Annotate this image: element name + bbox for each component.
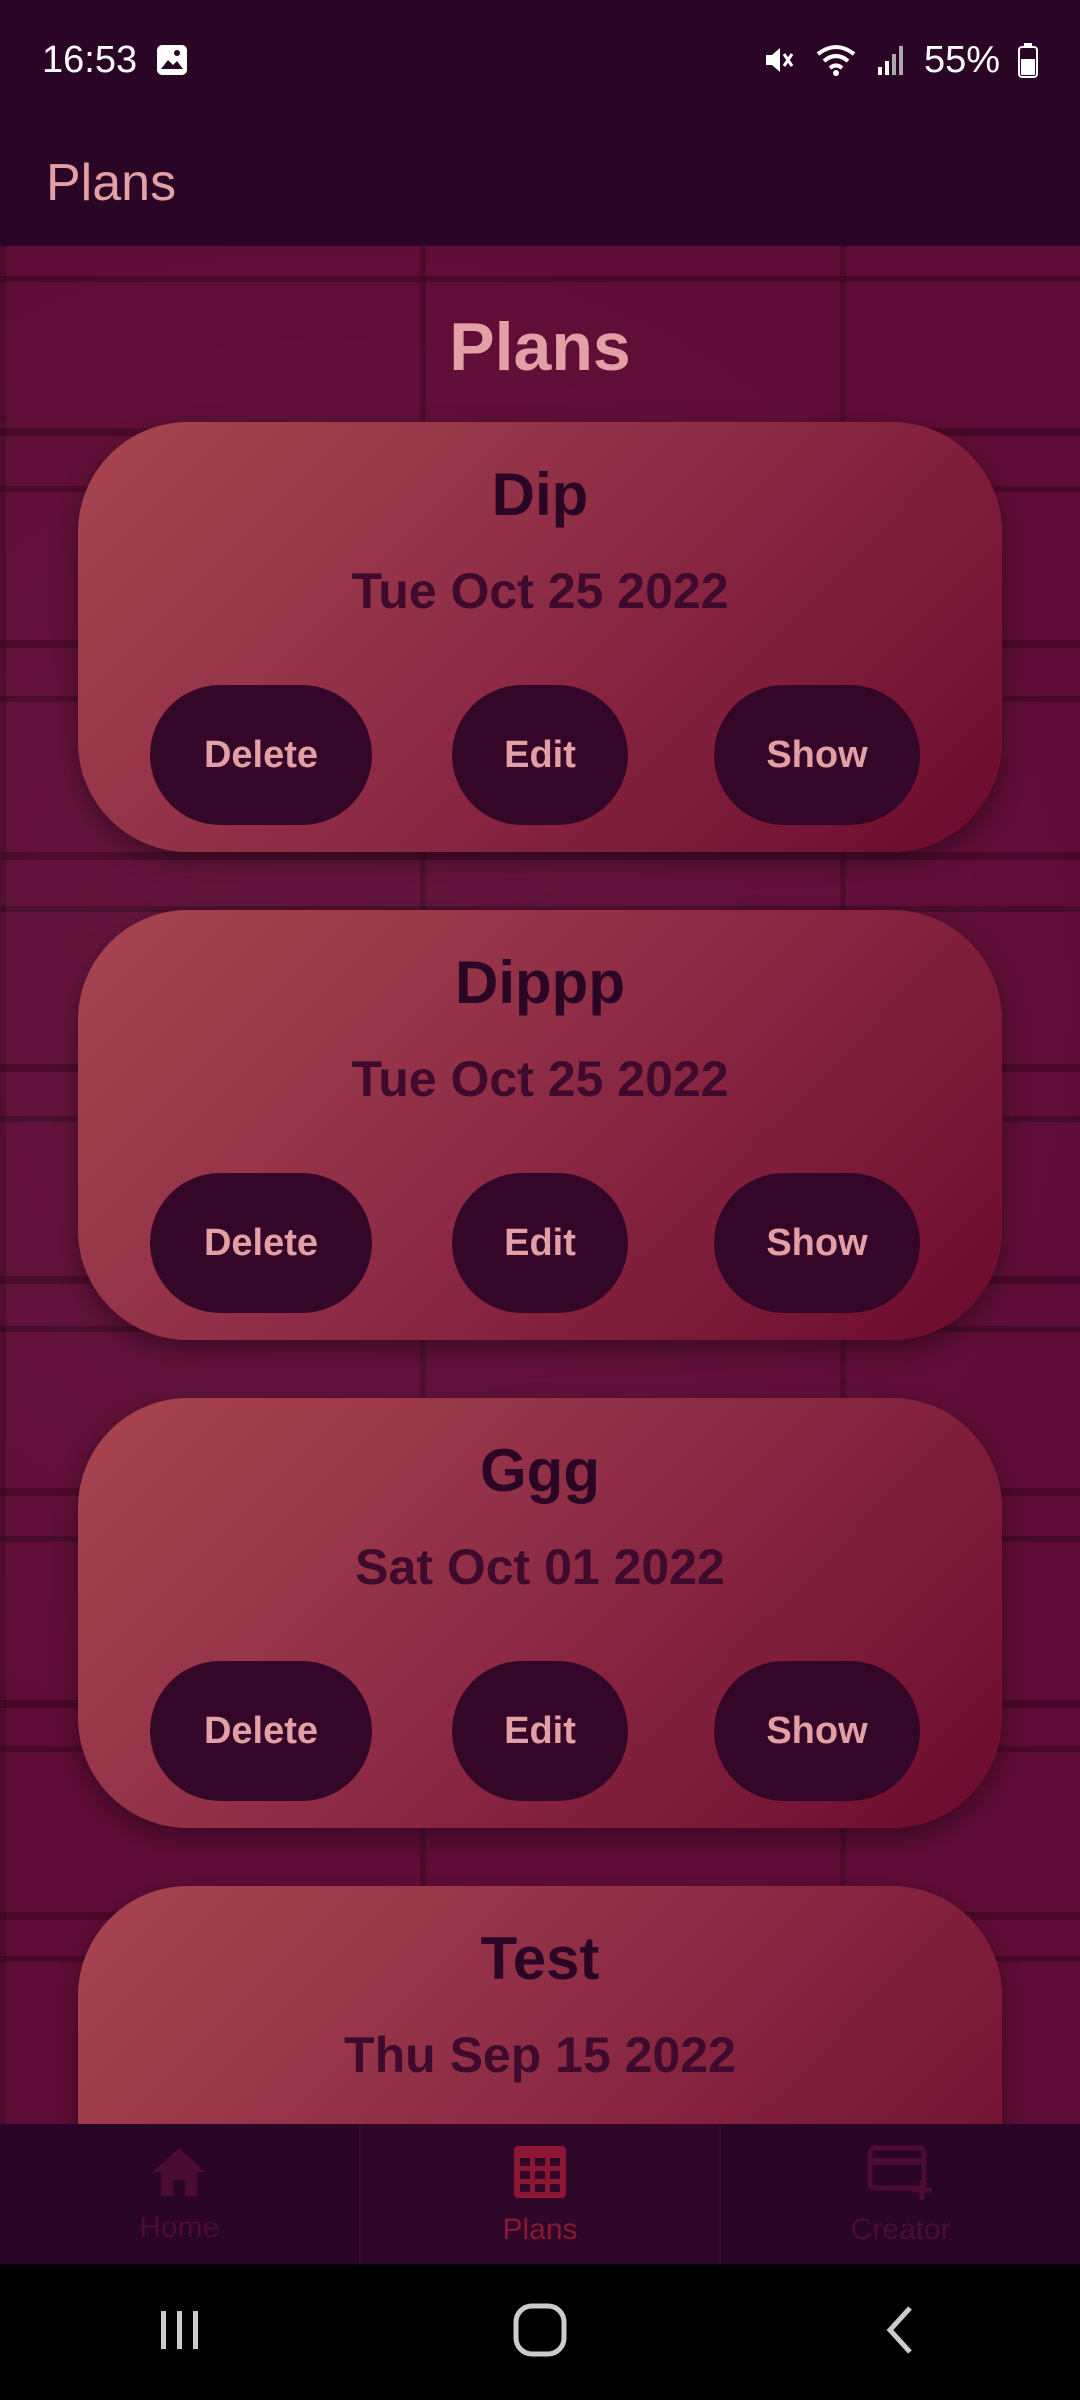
battery-percentage: 55%	[923, 38, 1000, 81]
status-right: 55%	[760, 39, 1038, 82]
status-time: 16:53	[42, 38, 138, 81]
plan-date: Tue Oct 25 2022	[351, 563, 729, 619]
nav-label-home: Home	[139, 2210, 220, 2244]
gallery-icon	[155, 43, 189, 77]
nav-item-creator[interactable]: Creator	[721, 2124, 1080, 2264]
show-button[interactable]: Show	[714, 685, 920, 825]
plan-date: Thu Sep 15 2022	[344, 2027, 736, 2083]
calendar-grid-icon	[510, 2142, 570, 2207]
signal-icon	[876, 43, 906, 77]
edit-button[interactable]: Edit	[452, 1661, 628, 1801]
plans-content[interactable]: Plans Dip Tue Oct 25 2022 Delete Edit Sh…	[0, 246, 1080, 2124]
status-bar: 16:53 55%	[0, 0, 1080, 120]
plan-date: Tue Oct 25 2022	[351, 1051, 729, 1107]
plan-card: Dip Tue Oct 25 2022 Delete Edit Show	[78, 422, 1002, 852]
delete-button[interactable]: Delete	[150, 685, 372, 825]
card-add-icon	[866, 2142, 936, 2207]
app-bar-title: Plans	[46, 154, 177, 212]
plan-name: Dip	[491, 461, 589, 528]
nav-item-home[interactable]: Home	[0, 2124, 361, 2264]
home-circle-icon	[512, 2302, 568, 2363]
mute-icon	[760, 42, 796, 78]
edit-button[interactable]: Edit	[452, 1173, 628, 1313]
delete-button[interactable]: Delete	[150, 1661, 372, 1801]
wifi-icon	[814, 42, 858, 78]
delete-button[interactable]: Delete	[150, 1173, 372, 1313]
page-title: Plans	[449, 309, 631, 385]
bottom-navigation: Home Plans Creator	[0, 2124, 1080, 2264]
status-left: 16:53	[42, 39, 189, 82]
app-bar: Plans	[0, 120, 1080, 246]
plan-card: Dippp Tue Oct 25 2022 Delete Edit Show	[78, 910, 1002, 1340]
nav-label-plans: Plans	[502, 2212, 578, 2246]
edit-button[interactable]: Edit	[452, 685, 628, 825]
plan-name: Dippp	[455, 949, 625, 1016]
system-navigation-bar	[0, 2264, 1080, 2400]
nav-item-plans[interactable]: Plans	[360, 2124, 722, 2264]
plan-card: Test Thu Sep 15 2022	[78, 1886, 1002, 2124]
show-button[interactable]: Show	[714, 1173, 920, 1313]
recent-apps-button[interactable]	[120, 2282, 240, 2382]
home-button[interactable]	[480, 2282, 600, 2382]
recent-apps-icon	[155, 2305, 205, 2360]
plan-name: Test	[480, 1925, 600, 1992]
battery-icon	[1018, 42, 1038, 78]
back-chevron-icon	[880, 2302, 920, 2363]
plan-name: Ggg	[480, 1437, 600, 1504]
back-button[interactable]	[840, 2282, 960, 2382]
plan-card: Ggg Sat Oct 01 2022 Delete Edit Show	[78, 1398, 1002, 1828]
nav-label-creator: Creator	[850, 2212, 951, 2246]
home-icon	[149, 2144, 209, 2205]
plan-date: Sat Oct 01 2022	[355, 1539, 725, 1595]
show-button[interactable]: Show	[714, 1661, 920, 1801]
